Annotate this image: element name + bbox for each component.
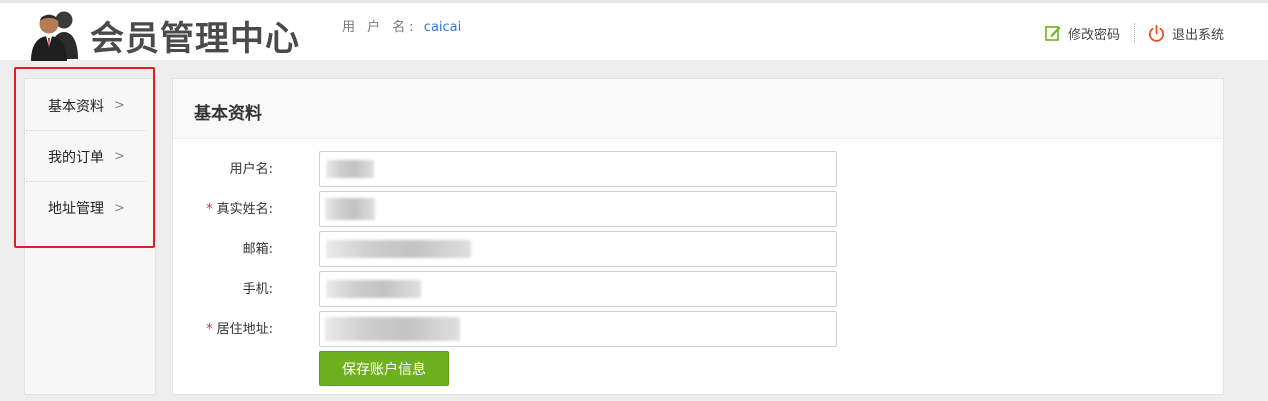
redacted-value [326, 160, 374, 178]
users-logo-icon [31, 11, 78, 61]
sidebar-item-profile[interactable]: 基本资料 > [26, 81, 146, 131]
sidebar-menu-highlight: 基本资料 > 我的订单 > 地址管理 > [14, 67, 155, 248]
site-title: 会员管理中心 [90, 19, 300, 59]
sidebar-item-orders[interactable]: 我的订单 > [26, 132, 146, 182]
username-field-label: 用户名: [229, 162, 273, 177]
email-field-label: 邮箱: [242, 242, 273, 257]
address-field-label: * 居住地址: [206, 322, 273, 337]
sidebar-item-label: 地址管理 [48, 201, 104, 217]
logout-button[interactable]: 退出系统 [1147, 24, 1224, 43]
profile-panel: 基本资料 用户名: * 真实姓名: 邮箱: 手机: * 居住地址: 保存账户信息 [172, 78, 1224, 395]
redacted-value [325, 198, 375, 220]
form-row-address: * 居住地址: [173, 311, 873, 347]
phone-field-label: 手机: [242, 282, 273, 297]
change-password-label: 修改密码 [1067, 27, 1120, 43]
change-password-button[interactable]: 修改密码 [1044, 24, 1120, 43]
realname-field-label: * 真实姓名: [206, 202, 273, 217]
form-row-email: 邮箱: [173, 231, 873, 267]
header: 会员管理中心 用 户 名: caicai 修改密码 退出系统 [0, 0, 1268, 61]
sidebar-item-label: 我的订单 [48, 149, 104, 166]
logout-label: 退出系统 [1171, 27, 1224, 43]
sidebar-item-label: 基本资料 [48, 98, 104, 115]
form-row-realname: * 真实姓名: [173, 191, 873, 227]
redacted-value [326, 280, 421, 298]
panel-header: 基本资料 [173, 79, 1223, 139]
username-link[interactable]: caicai [424, 20, 461, 35]
sidebar-item-address[interactable]: 地址管理 > [26, 183, 146, 233]
divider [1133, 23, 1135, 43]
header-actions: 修改密码 退出系统 [1044, 23, 1224, 43]
redacted-value [326, 240, 471, 258]
redacted-value [325, 317, 460, 341]
save-account-button[interactable]: 保存账户信息 [319, 351, 449, 386]
realname-field[interactable] [319, 191, 837, 227]
form-row-phone: 手机: [173, 271, 873, 307]
chevron-right-icon: > [114, 200, 125, 216]
username-field[interactable] [319, 151, 837, 187]
username-label: 用 户 名: [342, 20, 418, 35]
edit-icon [1045, 26, 1061, 41]
chevron-right-icon: > [114, 149, 125, 164]
form-row-username: 用户名: [173, 151, 873, 187]
user-info: 用 户 名: caicai [342, 16, 461, 35]
page-title: 基本资料 [194, 104, 262, 124]
chevron-right-icon: > [114, 98, 125, 113]
power-icon [1148, 24, 1164, 42]
